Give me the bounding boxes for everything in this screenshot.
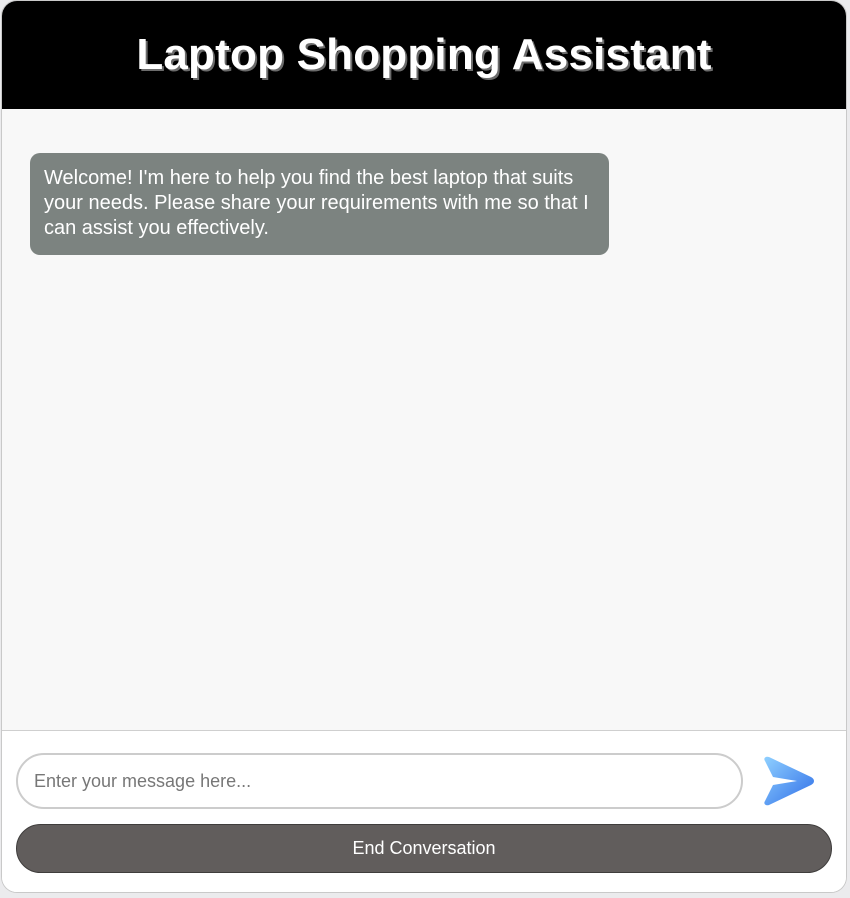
assistant-message: Welcome! I'm here to help you find the b… xyxy=(30,153,609,255)
page-title: Laptop Shopping Assistant xyxy=(136,30,712,79)
send-button[interactable] xyxy=(757,755,817,807)
composer: End Conversation xyxy=(2,731,846,892)
chat-window: Laptop Shopping Assistant Welcome! I'm h… xyxy=(1,0,847,893)
send-arrow-icon xyxy=(764,756,814,806)
message-input[interactable] xyxy=(16,753,743,809)
end-conversation-button[interactable]: End Conversation xyxy=(16,824,832,873)
header-bar: Laptop Shopping Assistant xyxy=(2,1,846,109)
message-area[interactable]: Welcome! I'm here to help you find the b… xyxy=(2,109,846,731)
